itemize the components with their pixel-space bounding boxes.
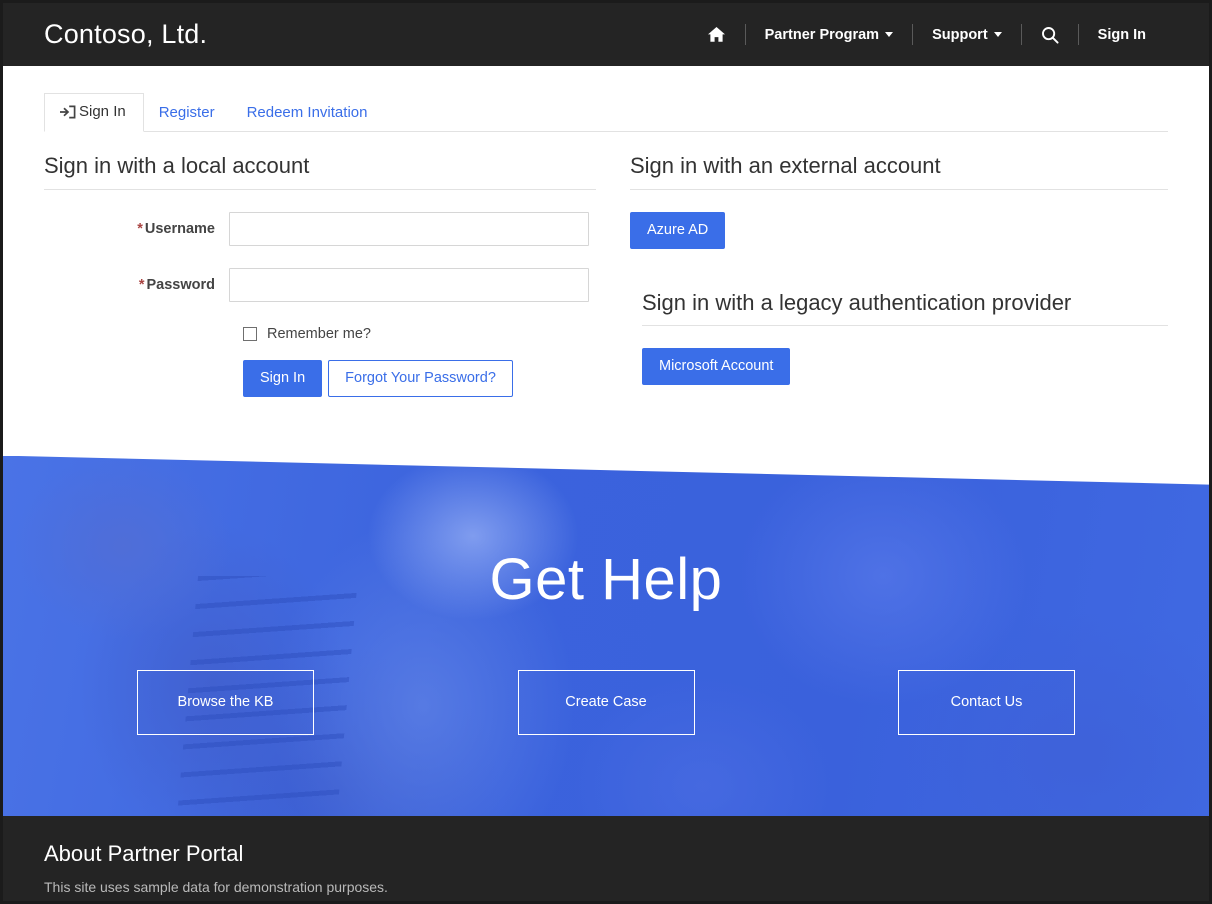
remember-me-checkbox[interactable]	[243, 326, 257, 341]
search-icon	[1041, 26, 1059, 44]
hero-content: Get Help Browse the KB Create Case Conta…	[3, 456, 1209, 735]
nav-item-sign-in[interactable]: Sign In	[1079, 3, 1165, 66]
required-marker: *	[137, 220, 143, 237]
tab-label-sign-in: Sign In	[79, 103, 126, 120]
external-account-heading: Sign in with an external account	[630, 132, 1168, 190]
auth-content: Sign in with a local account * Username *…	[3, 132, 1209, 457]
remember-me-label: Remember me?	[267, 325, 371, 342]
footer-title: About Partner Portal	[44, 840, 244, 866]
password-input[interactable]	[229, 267, 589, 302]
local-account-actions: Sign In Forgot Your Password?	[243, 359, 596, 397]
forgot-password-button[interactable]: Forgot Your Password?	[328, 359, 513, 397]
username-input[interactable]	[229, 211, 589, 246]
nav-label-partner-program: Partner Program	[764, 26, 880, 43]
tab-register[interactable]: Register	[144, 95, 232, 132]
microsoft-account-button[interactable]: Microsoft Account	[642, 348, 791, 386]
browse-kb-button[interactable]: Browse the KB	[137, 669, 314, 735]
nav-item-partner-program[interactable]: Partner Program	[746, 3, 912, 66]
chevron-down-icon	[993, 32, 1002, 37]
home-icon	[707, 26, 726, 43]
page-root: Contoso, Ltd. Partner Program Support Si…	[0, 0, 1212, 904]
create-case-button[interactable]: Create Case	[517, 669, 695, 735]
nav-item-home[interactable]	[688, 3, 745, 66]
primary-navigation: Partner Program Support Sign In	[688, 3, 1165, 66]
sign-in-button[interactable]: Sign In	[243, 359, 323, 397]
nav-label-support: Support	[932, 26, 988, 43]
site-footer: About Partner Portal This site uses samp…	[3, 815, 1209, 901]
local-account-panel: Sign in with a local account * Username *…	[44, 132, 614, 457]
tab-sign-in[interactable]: Sign In	[44, 93, 144, 132]
auth-tabs-container: Sign In Register Redeem Invitation	[3, 66, 1209, 132]
legacy-account-heading: Sign in with a legacy authentication pro…	[642, 249, 1168, 327]
password-label: * Password	[44, 277, 229, 293]
username-row: * Username	[44, 211, 596, 246]
password-label-text: Password	[146, 276, 216, 293]
contact-us-button[interactable]: Contact Us	[898, 669, 1075, 735]
password-row: * Password	[44, 267, 596, 302]
azure-ad-button[interactable]: Azure AD	[630, 211, 726, 249]
site-header: Contoso, Ltd. Partner Program Support Si…	[3, 3, 1209, 66]
hero-actions: Browse the KB Create Case Contact Us	[3, 609, 1209, 735]
username-label-text: Username	[144, 220, 215, 237]
brand-title: Contoso, Ltd.	[44, 19, 208, 49]
remember-me-row[interactable]: Remember me?	[243, 326, 596, 342]
local-account-heading: Sign in with a local account	[44, 132, 596, 190]
get-help-hero: Get Help Browse the KB Create Case Conta…	[3, 455, 1209, 816]
hero-title: Get Help	[489, 546, 723, 612]
form-bottom-spacer	[44, 397, 596, 457]
required-marker: *	[138, 276, 145, 293]
sign-in-icon	[59, 105, 76, 119]
username-label: * Username	[44, 221, 229, 237]
auth-tabs: Sign In Register Redeem Invitation	[44, 88, 1168, 132]
nav-item-search[interactable]	[1022, 3, 1078, 66]
tab-redeem-invitation[interactable]: Redeem Invitation	[232, 95, 385, 132]
external-account-panel: Sign in with an external account Azure A…	[614, 132, 1168, 457]
chevron-down-icon	[885, 32, 894, 37]
footer-subtitle: This site uses sample data for demonstra…	[44, 879, 388, 896]
nav-item-support[interactable]: Support	[913, 3, 1021, 66]
